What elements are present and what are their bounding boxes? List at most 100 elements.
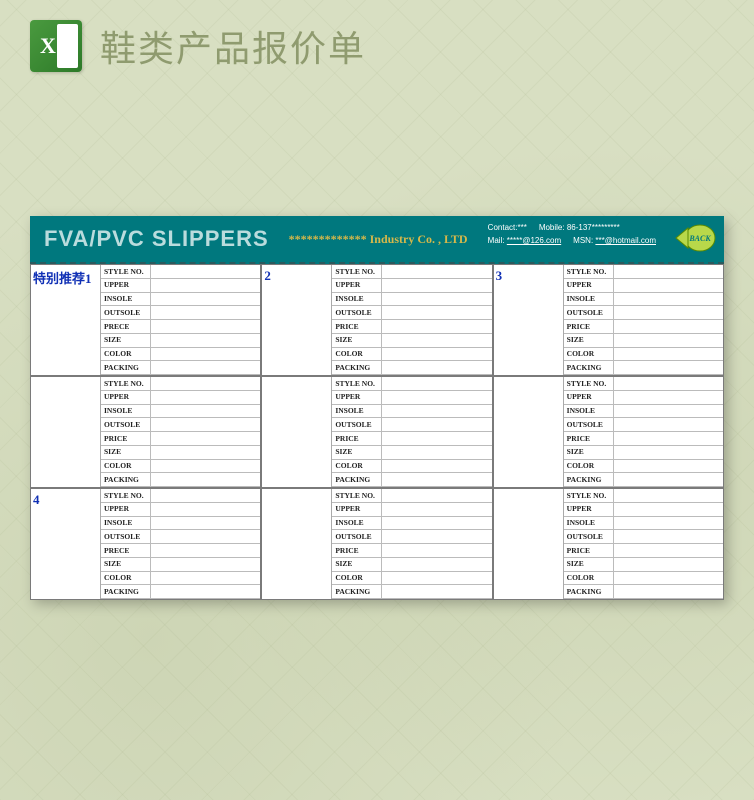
field-name: PACKING <box>564 585 614 599</box>
field-name: INSOLE <box>101 293 151 307</box>
field-value[interactable] <box>382 544 491 558</box>
field-value[interactable] <box>151 391 260 405</box>
field-value[interactable] <box>151 320 260 334</box>
field-value[interactable] <box>382 473 491 487</box>
field-value[interactable] <box>614 530 723 544</box>
cell-label: 2 <box>262 265 332 375</box>
field-value[interactable] <box>614 405 723 419</box>
back-button[interactable]: BACK <box>674 222 716 254</box>
field-name: UPPER <box>101 279 151 293</box>
field-value[interactable] <box>151 558 260 572</box>
field-value[interactable] <box>151 348 260 362</box>
field-value[interactable] <box>614 503 723 517</box>
field-name: PRICE <box>332 432 382 446</box>
field-name: OUTSOLE <box>564 418 614 432</box>
field-value[interactable] <box>614 418 723 432</box>
field-value[interactable] <box>382 460 491 474</box>
field-name: SIZE <box>564 446 614 460</box>
field-value[interactable] <box>614 473 723 487</box>
field-name: STYLE NO. <box>101 265 151 279</box>
field-name: INSOLE <box>332 517 382 531</box>
field-value[interactable] <box>151 361 260 375</box>
field-value[interactable] <box>151 334 260 348</box>
field-value[interactable] <box>151 306 260 320</box>
field-value[interactable] <box>614 489 723 503</box>
field-value[interactable] <box>382 517 491 531</box>
field-value[interactable] <box>614 446 723 460</box>
field-value[interactable] <box>382 348 491 362</box>
field-value[interactable] <box>151 530 260 544</box>
field-value[interactable] <box>382 418 491 432</box>
field-value[interactable] <box>614 585 723 599</box>
field-value[interactable] <box>382 530 491 544</box>
field-value[interactable] <box>382 265 491 279</box>
field-value[interactable] <box>151 432 260 446</box>
field-value[interactable] <box>151 517 260 531</box>
field-value[interactable] <box>614 293 723 307</box>
field-value[interactable] <box>614 361 723 375</box>
field-value[interactable] <box>382 585 491 599</box>
field-name: COLOR <box>101 460 151 474</box>
field-value[interactable] <box>151 572 260 586</box>
quotation-sheet: FVA/PVC SLIPPERS ************* Industry … <box>30 216 724 600</box>
field-value[interactable] <box>382 293 491 307</box>
msn-value: ***@hotmail.com <box>595 236 656 245</box>
field-value[interactable] <box>614 334 723 348</box>
field-value[interactable] <box>382 306 491 320</box>
field-value[interactable] <box>151 405 260 419</box>
field-value[interactable] <box>382 320 491 334</box>
product-cell: 2STYLE NO.UPPERINSOLEOUTSOLEPRICESIZECOL… <box>261 264 492 376</box>
field-name: PACKING <box>101 473 151 487</box>
field-name: INSOLE <box>101 517 151 531</box>
banner-contact: Contact:*** Mobile: 86-137********* Mail… <box>488 222 656 248</box>
field-value[interactable] <box>151 473 260 487</box>
field-name: COLOR <box>564 460 614 474</box>
field-value[interactable] <box>382 432 491 446</box>
field-name: PRICE <box>564 320 614 334</box>
field-value[interactable] <box>151 489 260 503</box>
field-value[interactable] <box>614 377 723 391</box>
field-value[interactable] <box>382 572 491 586</box>
field-value[interactable] <box>151 377 260 391</box>
field-value[interactable] <box>151 446 260 460</box>
field-value[interactable] <box>614 279 723 293</box>
field-value[interactable] <box>151 418 260 432</box>
field-value[interactable] <box>614 320 723 334</box>
mobile-label: Mobile: <box>539 223 565 232</box>
field-name: STYLE NO. <box>564 377 614 391</box>
field-value[interactable] <box>614 460 723 474</box>
field-name: INSOLE <box>332 293 382 307</box>
field-name: PACKING <box>101 585 151 599</box>
field-value[interactable] <box>382 334 491 348</box>
field-value[interactable] <box>151 503 260 517</box>
field-value[interactable] <box>382 446 491 460</box>
field-value[interactable] <box>614 391 723 405</box>
field-value[interactable] <box>382 503 491 517</box>
field-value[interactable] <box>382 361 491 375</box>
field-value[interactable] <box>614 348 723 362</box>
field-value[interactable] <box>614 558 723 572</box>
field-value[interactable] <box>151 460 260 474</box>
field-value[interactable] <box>382 391 491 405</box>
field-value[interactable] <box>382 405 491 419</box>
field-value[interactable] <box>151 293 260 307</box>
field-name: STYLE NO. <box>564 489 614 503</box>
product-cell: 4STYLE NO.UPPERINSOLEOUTSOLEPRECESIZECOL… <box>30 488 261 600</box>
field-value[interactable] <box>151 544 260 558</box>
field-value[interactable] <box>614 432 723 446</box>
field-value[interactable] <box>151 585 260 599</box>
field-value[interactable] <box>382 558 491 572</box>
field-value[interactable] <box>151 279 260 293</box>
field-value[interactable] <box>614 265 723 279</box>
field-name: PRICE <box>332 544 382 558</box>
svg-text:BACK: BACK <box>688 234 711 243</box>
field-value[interactable] <box>382 279 491 293</box>
field-value[interactable] <box>382 377 491 391</box>
field-value[interactable] <box>614 517 723 531</box>
field-value[interactable] <box>382 489 491 503</box>
field-value[interactable] <box>614 544 723 558</box>
field-name: PACKING <box>332 473 382 487</box>
field-value[interactable] <box>151 265 260 279</box>
field-value[interactable] <box>614 306 723 320</box>
field-value[interactable] <box>614 572 723 586</box>
